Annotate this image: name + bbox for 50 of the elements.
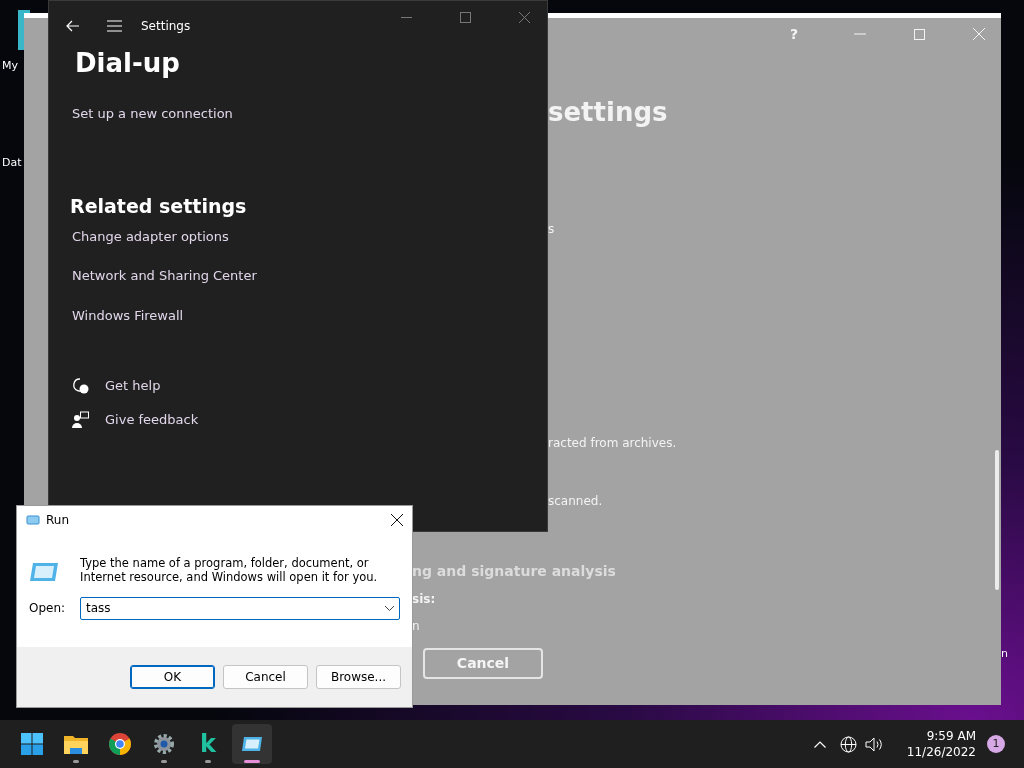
link[interactable]: Network and Sharing Center	[72, 266, 257, 286]
link[interactable]: Set up a new connection	[72, 103, 233, 124]
section-heading: Related settings	[70, 194, 247, 220]
speaker-icon[interactable]	[864, 736, 883, 752]
feedback-icon	[72, 410, 89, 428]
link[interactable]: Windows Firewall	[72, 305, 184, 326]
instruction-text: Type the name of a program, folder, document, or Internet resource, and Windows will open it for you.	[80, 556, 379, 585]
back-arrow-icon[interactable]	[66, 20, 80, 32]
close-icon[interactable]	[391, 514, 403, 526]
field-label: Open:	[29, 600, 67, 618]
text-fragment: racted from archives.	[548, 435, 678, 450]
clock-date[interactable]: 11/26/2022	[906, 744, 976, 761]
maximize-icon[interactable]	[460, 11, 471, 23]
gear-icon	[153, 733, 175, 755]
link[interactable]: Give feedback	[105, 409, 199, 430]
notification-badge[interactable]: 1	[987, 735, 1005, 753]
scrollbar[interactable]	[995, 450, 999, 590]
help-icon	[72, 377, 89, 395]
window-title: Run	[46, 512, 69, 529]
text-fragment: s	[548, 222, 556, 237]
dialog-button[interactable]: Cancel	[223, 665, 308, 689]
text-fragment: n	[1001, 646, 1008, 662]
taskbar-button[interactable]	[232, 724, 272, 764]
text-fragment: n	[412, 618, 420, 633]
app-logo: k	[200, 732, 216, 756]
desktop-icon-label[interactable]: My	[2, 58, 18, 75]
page-title: Dial-up	[75, 49, 180, 78]
open-combobox[interactable]: tass	[80, 596, 400, 620]
menu-icon[interactable]	[107, 20, 122, 32]
dialog-button[interactable]: Browse...	[316, 665, 401, 689]
run-icon	[29, 562, 59, 582]
link[interactable]: Change adapter options	[72, 226, 229, 247]
dialog-button[interactable]: OK	[130, 665, 215, 689]
page-heading: settings	[548, 97, 669, 129]
window-title: Settings	[141, 18, 191, 35]
chrome-icon	[109, 733, 131, 755]
clock-time[interactable]: 9:59 AM	[926, 727, 976, 744]
globe-icon[interactable]	[839, 735, 857, 753]
windows-logo-icon	[21, 733, 43, 755]
dropdown-caret-icon[interactable]	[385, 605, 394, 611]
text-fragment: scanned.	[548, 493, 604, 509]
run-icon	[241, 736, 263, 752]
chevron-up-icon[interactable]	[813, 740, 826, 748]
run-icon	[26, 515, 40, 525]
field-label: sis:	[412, 592, 436, 607]
section-heading: ng and signature analysis	[412, 563, 616, 581]
taskbar-button[interactable]: k	[188, 724, 228, 764]
desktop-icon-label[interactable]: Dat	[2, 155, 22, 172]
folder-icon	[64, 734, 88, 754]
link[interactable]: Get help	[105, 376, 161, 396]
